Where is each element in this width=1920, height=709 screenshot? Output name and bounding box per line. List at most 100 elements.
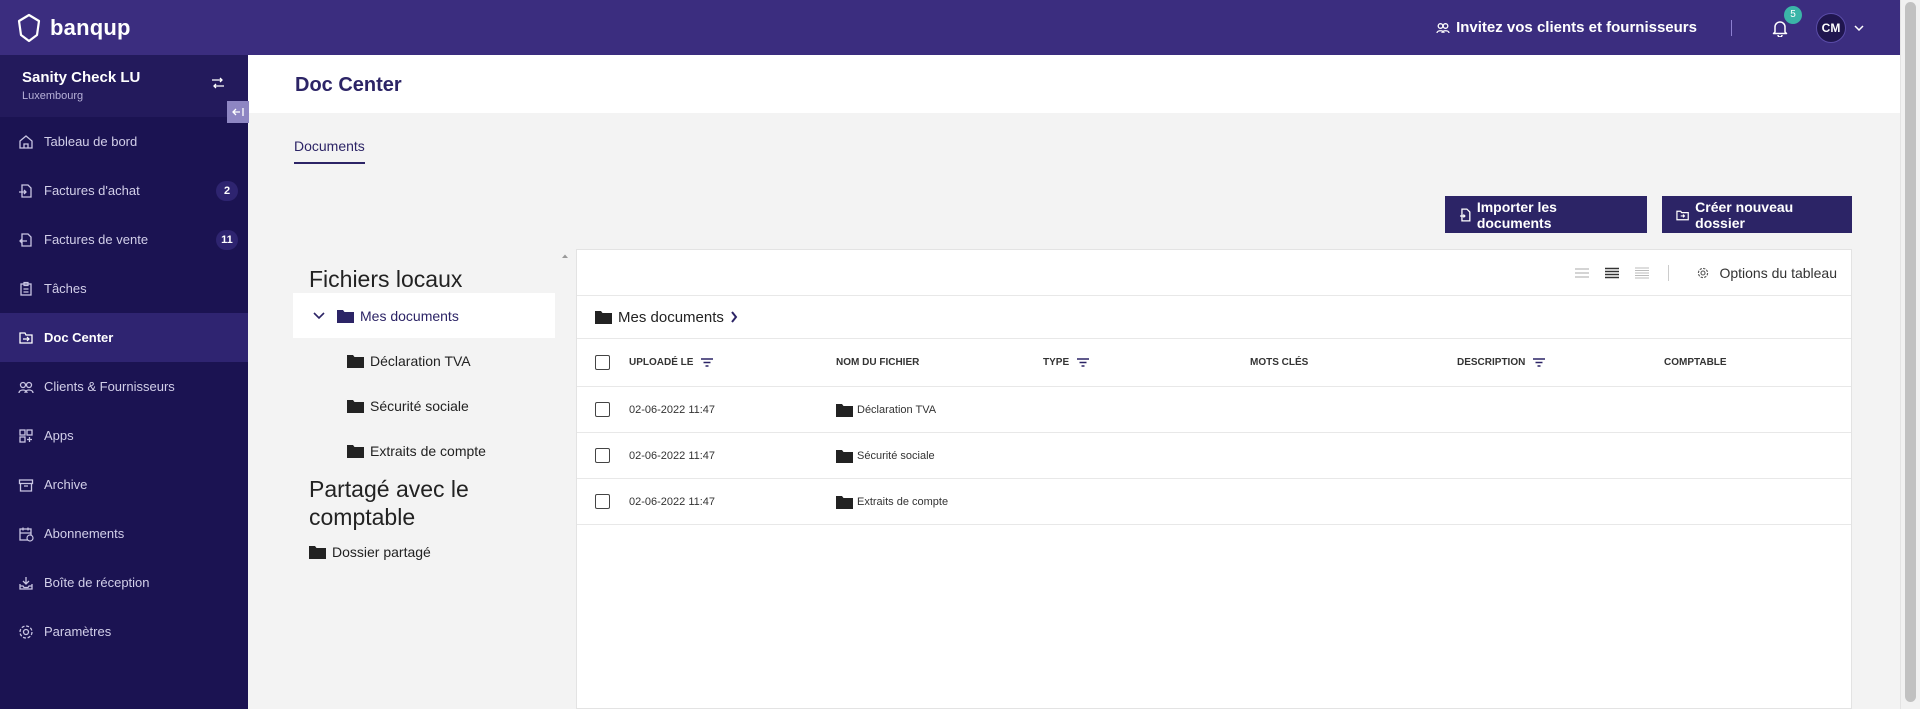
tree-folder-account-statements[interactable]: Extraits de compte <box>293 428 555 473</box>
sidebar-item-label: Doc Center <box>44 330 114 345</box>
sidebar-item-label: Factures d'achat <box>44 183 140 198</box>
select-all-checkbox[interactable] <box>595 355 610 370</box>
clipboard-icon <box>20 281 32 296</box>
table-row[interactable]: 02-06-2022 11:47 Sécurité sociale <box>577 433 1851 479</box>
home-icon <box>19 134 33 149</box>
create-folder-label: Créer nouveau dossier <box>1695 198 1794 231</box>
logo-shield-icon <box>17 13 41 42</box>
table-row[interactable]: 02-06-2022 11:47 Déclaration TVA <box>577 387 1851 433</box>
local-files-heading: Fichiers locaux <box>309 266 463 292</box>
invite-link[interactable]: Invitez vos clients et fournisseurs <box>1436 19 1697 36</box>
chevron-down-icon[interactable] <box>313 311 325 320</box>
sidebar-item-settings[interactable]: Paramètres <box>0 607 248 656</box>
column-description[interactable]: DESCRIPTION <box>1457 357 1546 368</box>
sidebar-item-label: Archive <box>44 477 88 492</box>
folder-icon <box>337 309 354 323</box>
table-header-row: UPLOADÉ LE NOM DU FICHIER TYPE MOTS CLÉS… <box>577 339 1851 387</box>
tree-scrollbar[interactable] <box>556 249 574 709</box>
shared-heading: Partagé avec le comptable <box>309 476 469 530</box>
row-checkbox[interactable] <box>595 448 610 463</box>
table-row[interactable]: 02-06-2022 11:47 Extraits de compte <box>577 479 1851 525</box>
density-compact-icon[interactable] <box>1574 267 1590 279</box>
density-comfortable-icon[interactable] <box>1634 267 1650 279</box>
sidebar-item-label: Apps <box>44 428 74 443</box>
sidebar-item-tasks[interactable]: Tâches <box>0 264 248 313</box>
sidebar-item-label: Tâches <box>44 281 87 296</box>
notifications-button[interactable]: 5 <box>1768 5 1802 40</box>
brand-logo[interactable]: banqup <box>16 13 131 43</box>
tree-folder-label: Mes documents <box>360 307 459 324</box>
sales-invoice-icon <box>19 232 32 247</box>
people-icon <box>1436 22 1450 33</box>
breadcrumb-item[interactable]: Mes documents <box>618 309 724 326</box>
sidebar-item-label: Factures de vente <box>44 232 149 247</box>
sidebar-item-archive[interactable]: Archive <box>0 460 248 509</box>
row-date: 02-06-2022 11:47 <box>629 495 716 508</box>
page-title: Doc Center <box>295 74 402 96</box>
import-label: Importer les documents <box>1476 198 1557 231</box>
row-checkbox[interactable] <box>595 494 610 509</box>
sidebar-item-purchase-invoices[interactable]: Factures d'achat 2 <box>0 166 248 215</box>
documents-table-card: Options du tableau Mes documents UPLOADÉ… <box>576 249 1852 709</box>
row-file-name[interactable]: Sécurité sociale <box>836 449 935 463</box>
user-avatar[interactable]: CM <box>1816 12 1846 43</box>
sidebar-item-clients-suppliers[interactable]: Clients & Fournisseurs <box>0 362 248 411</box>
collapse-left-icon <box>232 108 244 116</box>
tab-documents[interactable]: Documents <box>294 138 365 164</box>
column-file-name[interactable]: NOM DU FICHIER <box>836 357 919 368</box>
page-header: Doc Center <box>248 55 1900 113</box>
tree-folder-shared[interactable]: Dossier partagé <box>293 531 555 573</box>
gear-icon <box>1698 267 1709 278</box>
people-icon <box>18 381 34 393</box>
purchase-invoice-icon <box>19 183 32 198</box>
column-accountant[interactable]: COMPTABLE <box>1664 357 1727 368</box>
row-date: 02-06-2022 11:47 <box>629 403 716 416</box>
filter-icon[interactable] <box>1533 358 1546 367</box>
column-label: TYPE <box>1043 357 1070 368</box>
sidebar-item-apps[interactable]: Apps <box>0 411 248 460</box>
tree-folder-social-security[interactable]: Sécurité sociale <box>293 383 555 428</box>
scroll-up-icon[interactable] <box>556 250 574 262</box>
density-normal-icon[interactable] <box>1604 267 1620 279</box>
chevron-down-icon[interactable] <box>1854 24 1864 31</box>
subscription-icon <box>19 527 34 542</box>
tree-folder-label: Extraits de compte <box>370 442 486 459</box>
sidebar-item-sales-invoices[interactable]: Factures de vente 11 <box>0 215 248 264</box>
column-keywords[interactable]: MOTS CLÉS <box>1250 357 1308 368</box>
create-folder-button[interactable]: Créer nouveau dossier <box>1662 196 1852 233</box>
filter-icon[interactable] <box>1077 358 1090 367</box>
tree-folder-my-documents[interactable]: Mes documents <box>293 293 555 338</box>
file-name-label: Sécurité sociale <box>857 449 935 462</box>
collapse-sidebar-button[interactable] <box>227 101 249 123</box>
file-name-label: Extraits de compte <box>857 495 949 508</box>
import-documents-button[interactable]: Importer les documents <box>1445 196 1647 233</box>
filter-icon[interactable] <box>701 358 714 367</box>
inbox-icon <box>19 576 33 590</box>
sidebar-item-inbox[interactable]: Boîte de réception <box>0 558 248 607</box>
tree-folder-vat[interactable]: Déclaration TVA <box>293 338 555 383</box>
import-icon <box>1459 207 1471 222</box>
scrollbar-thumb[interactable] <box>1905 2 1916 702</box>
folder-icon <box>595 311 612 324</box>
sidebar-item-doc-center[interactable]: Doc Center <box>0 313 248 362</box>
row-checkbox[interactable] <box>595 402 610 417</box>
sidebar-item-subscriptions[interactable]: Abonnements <box>0 509 248 558</box>
settings-icon <box>19 624 33 639</box>
switch-arrows-icon[interactable] <box>210 77 226 89</box>
sidebar-item-label: Tableau de bord <box>44 134 138 149</box>
folder-icon <box>836 449 853 463</box>
row-file-name[interactable]: Extraits de compte <box>836 495 948 509</box>
table-options-button[interactable]: Options du tableau <box>1697 265 1837 281</box>
company-switcher[interactable]: Sanity Check LU Luxembourg <box>0 55 248 117</box>
page-scrollbar[interactable] <box>1900 0 1920 709</box>
tree-folder-label: Dossier partagé <box>332 544 431 560</box>
column-type[interactable]: TYPE <box>1043 357 1090 368</box>
sidebar-item-dashboard[interactable]: Tableau de bord <box>0 117 248 166</box>
column-uploaded[interactable]: UPLOADÉ LE <box>629 357 714 368</box>
row-date: 02-06-2022 11:47 <box>629 449 716 462</box>
archive-icon <box>18 478 34 492</box>
sidebar: Sanity Check LU Luxembourg Tableau de bo… <box>0 55 248 709</box>
row-file-name[interactable]: Déclaration TVA <box>836 403 936 417</box>
top-bar: banqup Invitez vos clients et fournisseu… <box>0 0 1900 55</box>
company-country: Luxembourg <box>22 90 84 102</box>
